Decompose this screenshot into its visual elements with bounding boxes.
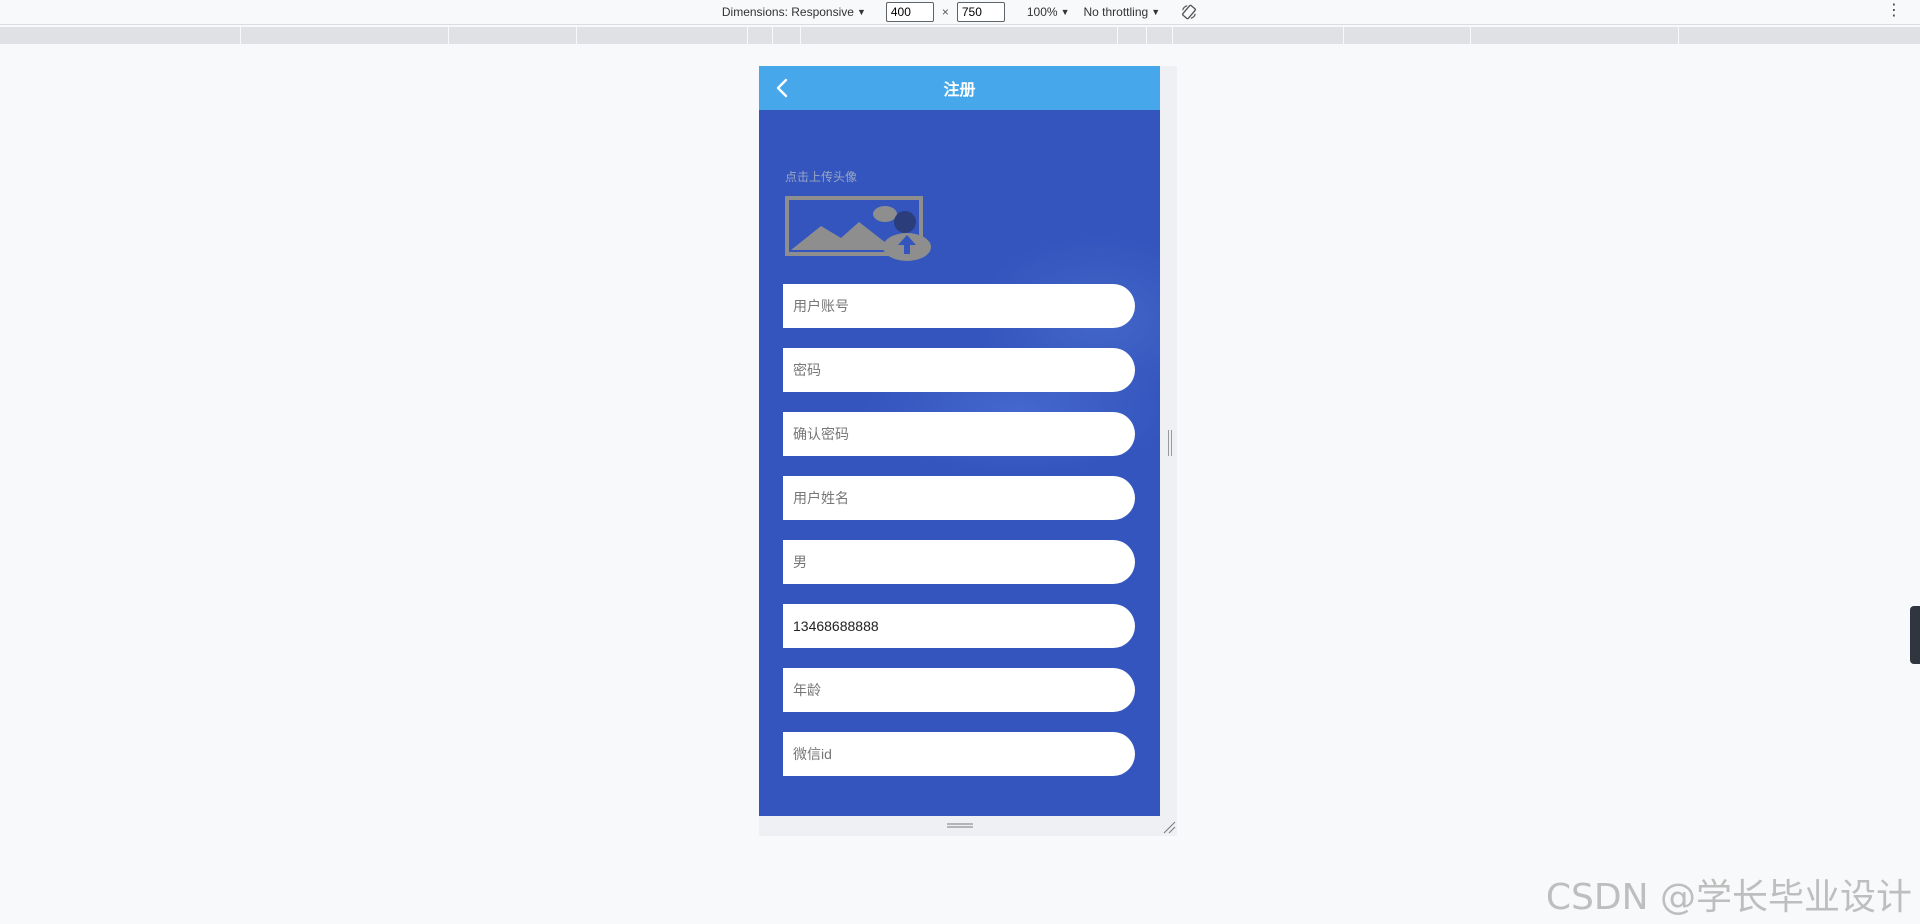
ruler-tick xyxy=(1172,27,1173,44)
device-toolbar: Dimensions: Responsive ▼ × 100% ▼ No thr… xyxy=(0,0,1920,25)
phone-input[interactable] xyxy=(793,604,1093,648)
ruler-tick xyxy=(240,27,241,44)
username-input[interactable] xyxy=(793,284,1093,328)
device-viewport: 注册 点击上传头像 用户账号 用户姓名 男 13468688888 年龄 微信i… xyxy=(759,66,1160,816)
dimensions-dropdown[interactable]: Dimensions: Responsive ▼ xyxy=(722,5,866,19)
ruler-tick xyxy=(772,27,773,44)
upload-avatar-label: 点击上传头像 xyxy=(785,170,858,184)
ruler-tick xyxy=(576,27,577,44)
caret-down-icon: ▼ xyxy=(1060,7,1070,17)
page-title: 注册 xyxy=(943,82,976,99)
device-toolbar-controls: Dimensions: Responsive ▼ × 100% ▼ No thr… xyxy=(722,2,1198,22)
password-input[interactable] xyxy=(793,348,1093,392)
register-form: 点击上传头像 用户账号 用户姓名 男 13468688888 年龄 微信id xyxy=(759,110,1160,816)
wechat-field[interactable] xyxy=(783,732,1135,776)
age-field[interactable] xyxy=(783,668,1135,712)
height-input[interactable] xyxy=(956,2,1005,22)
confirm-password-input[interactable] xyxy=(793,412,1093,456)
image-upload-icon[interactable] xyxy=(785,192,935,262)
back-arrow-icon[interactable] xyxy=(771,76,795,100)
caret-down-icon: ▼ xyxy=(856,7,866,17)
ruler-tick xyxy=(1678,27,1679,44)
confirm-password-field[interactable] xyxy=(783,412,1135,456)
real-name-field[interactable] xyxy=(783,476,1135,520)
ruler-tick xyxy=(448,27,449,44)
navbar: 注册 xyxy=(759,66,1160,110)
ruler-tick xyxy=(800,27,801,44)
gender-input[interactable] xyxy=(793,540,1093,584)
media-query-ruler[interactable] xyxy=(0,27,1920,44)
username-field[interactable] xyxy=(783,284,1135,328)
phone-field[interactable] xyxy=(783,604,1135,648)
resize-bottom-handle[interactable] xyxy=(947,822,973,830)
zoom-label: 100% xyxy=(1026,5,1058,19)
gender-field[interactable] xyxy=(783,540,1135,584)
zoom-dropdown[interactable]: 100% ▼ xyxy=(1027,5,1070,19)
more-options-icon[interactable]: ⋮ xyxy=(1886,3,1902,19)
real-name-input[interactable] xyxy=(793,476,1093,520)
ruler-tick xyxy=(1343,27,1344,44)
width-input[interactable] xyxy=(885,2,934,22)
throttling-label: No throttling xyxy=(1083,5,1149,19)
resize-corner-icon[interactable] xyxy=(1162,820,1176,834)
ruler-tick xyxy=(1146,27,1147,44)
throttling-dropdown[interactable]: No throttling ▼ xyxy=(1084,5,1161,19)
times-sign: × xyxy=(941,5,949,19)
resize-right-handle[interactable] xyxy=(1167,430,1173,456)
ruler-tick xyxy=(1470,27,1471,44)
ruler-tick xyxy=(1117,27,1118,44)
password-field[interactable] xyxy=(783,348,1135,392)
watermark: CSDN @学长毕业设计 xyxy=(1545,877,1912,918)
age-input[interactable] xyxy=(793,668,1093,712)
rotate-icon[interactable] xyxy=(1180,3,1198,21)
dimensions-label: Dimensions: Responsive xyxy=(721,5,854,19)
ruler-tick xyxy=(747,27,748,44)
side-panel-tab[interactable] xyxy=(1910,606,1920,664)
wechat-input[interactable] xyxy=(793,732,1093,776)
caret-down-icon: ▼ xyxy=(1151,7,1161,17)
